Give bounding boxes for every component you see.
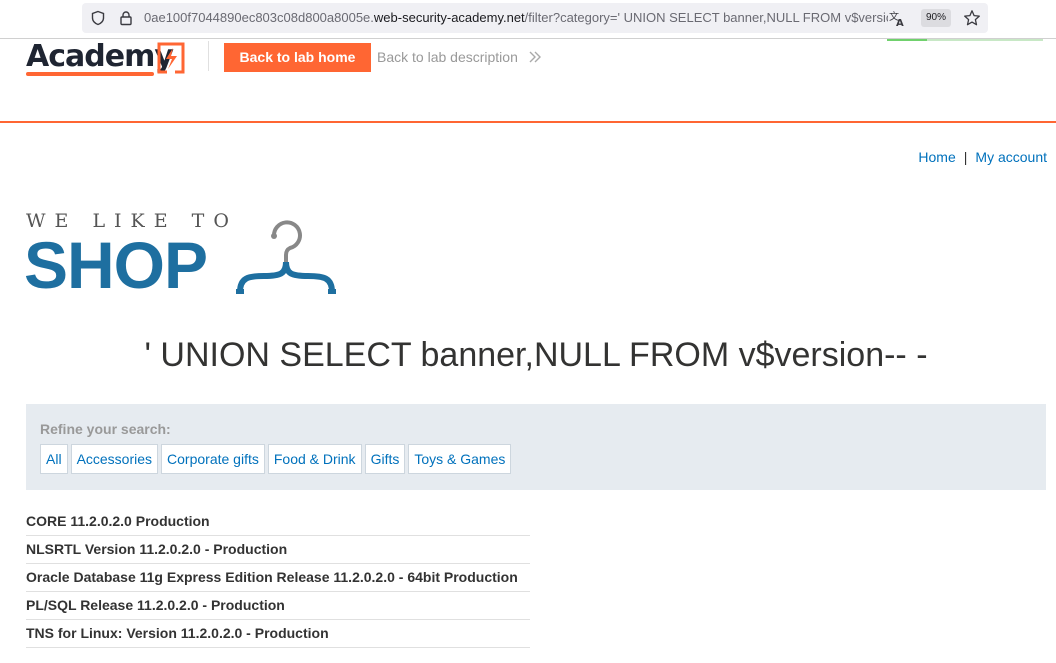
filter-all[interactable]: All	[40, 444, 68, 474]
nav-separator: |	[963, 149, 968, 165]
table-row: CORE 11.2.0.2.0 Production	[26, 508, 530, 536]
url-prefix: 0ae100f7044890ec803c08d800a8005e.	[144, 10, 374, 25]
header-divider	[208, 41, 209, 71]
filter-panel: Refine your search: All Accessories Corp…	[26, 404, 1046, 490]
hanger-icon	[236, 220, 336, 294]
translate-icon[interactable]: 文 A	[888, 9, 906, 27]
lab-header: Academy Back to lab home Back to lab des…	[0, 39, 1056, 123]
my-account-link[interactable]: My account	[975, 149, 1047, 165]
filter-accessories[interactable]: Accessories	[70, 444, 159, 474]
lab-status-track	[927, 39, 1043, 41]
svg-text:A: A	[896, 18, 904, 27]
table-row: TNS for Linux: Version 11.2.0.2.0 - Prod…	[26, 620, 530, 648]
home-link[interactable]: Home	[918, 149, 955, 165]
academy-logo-text: Academy	[26, 39, 174, 74]
filter-corporate-gifts[interactable]: Corporate gifts	[161, 444, 265, 474]
url-path: /filter?category=' UNION SELECT banner,N…	[524, 10, 888, 25]
refine-search-label: Refine your search:	[40, 421, 171, 437]
url-domain: web-security-academy.net	[373, 10, 525, 25]
back-to-lab-home-button[interactable]: Back to lab home	[224, 43, 371, 72]
results-table: CORE 11.2.0.2.0 Production NLSRTL Versio…	[26, 508, 530, 648]
lightning-bolt-icon	[157, 42, 185, 74]
star-icon[interactable]	[963, 9, 981, 27]
page-title: ' UNION SELECT banner,NULL FROM v$versio…	[144, 336, 928, 374]
table-row: NLSRTL Version 11.2.0.2.0 - Production	[26, 536, 530, 564]
shop-logo-word: SHOP	[24, 228, 208, 302]
academy-logo-underline	[26, 72, 154, 76]
academy-logo[interactable]: Academy	[26, 39, 185, 79]
shield-icon[interactable]	[90, 10, 106, 26]
browser-toolbar: 0ae100f7044890ec803c08d800a8005e.web-sec…	[0, 0, 1056, 39]
zoom-level-badge[interactable]: 90%	[921, 9, 951, 27]
lock-icon[interactable]	[118, 10, 134, 26]
filter-gifts[interactable]: Gifts	[364, 444, 406, 474]
filter-toys-games[interactable]: Toys & Games	[408, 444, 512, 474]
lab-status-fill	[887, 39, 927, 41]
table-row: PL/SQL Release 11.2.0.2.0 - Production	[26, 592, 530, 620]
address-bar[interactable]: 0ae100f7044890ec803c08d800a8005e.web-sec…	[82, 3, 988, 33]
lab-status-indicator	[887, 39, 1043, 42]
top-nav: Home | My account	[918, 149, 1047, 165]
shop-logo[interactable]: WE LIKE TO SHOP	[24, 210, 346, 302]
double-chevron-right-icon	[529, 51, 541, 63]
table-row: Oracle Database 11g Express Edition Rele…	[26, 564, 530, 592]
url-text[interactable]: 0ae100f7044890ec803c08d800a8005e.web-sec…	[144, 10, 888, 26]
filter-food-drink[interactable]: Food & Drink	[267, 444, 362, 474]
back-to-lab-description-link[interactable]: Back to lab description	[377, 49, 518, 65]
category-filter-list: All Accessories Corporate gifts Food & D…	[40, 444, 514, 474]
